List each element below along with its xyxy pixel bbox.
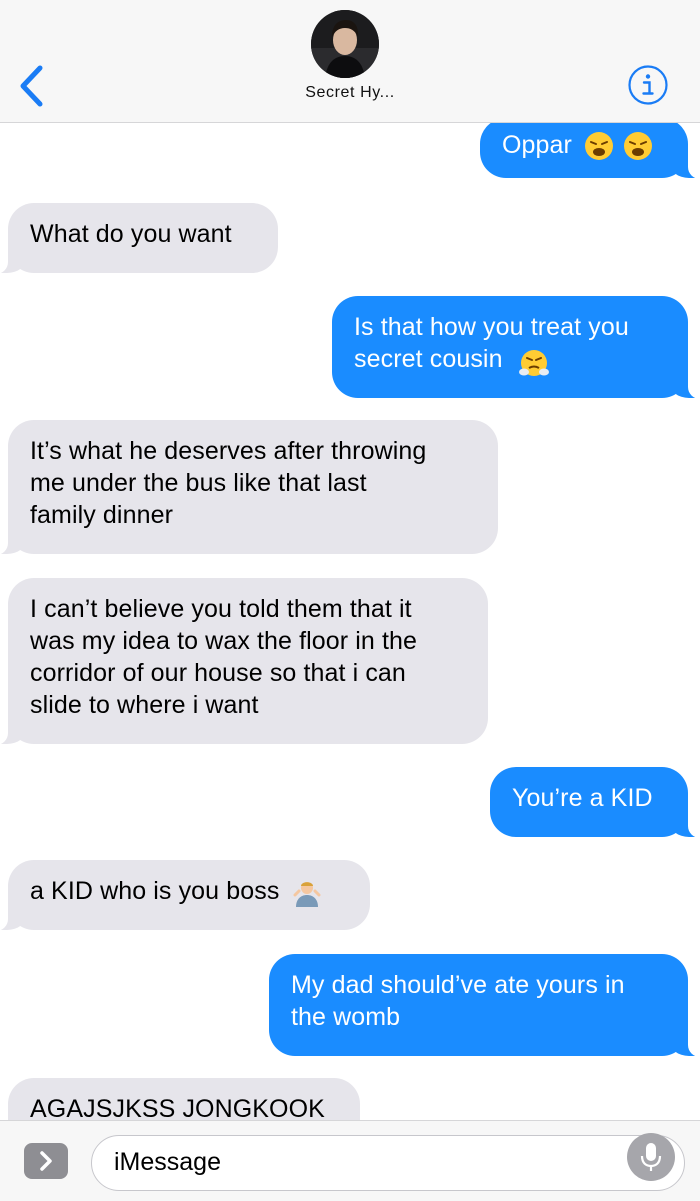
- message-text: Is that how you treat you secret cousin: [354, 313, 629, 373]
- weary-face-icon: [624, 132, 653, 161]
- received-message[interactable]: I can’t believe you told them that it wa…: [0, 578, 488, 745]
- compose-bar: iMessage: [0, 1120, 700, 1201]
- message-text: You’re a KID: [512, 784, 653, 812]
- weary-face-icon: [585, 132, 614, 161]
- sent-message[interactable]: My dad should’ve ate yours in the womb: [269, 954, 700, 1057]
- avatar-photo: [311, 10, 379, 78]
- imessage-input[interactable]: iMessage: [91, 1135, 685, 1191]
- message-text: Oppar: [502, 131, 572, 159]
- message-thread[interactable]: Oppar What do you want Is that how you t…: [0, 123, 700, 1120]
- info-icon: [628, 65, 668, 105]
- dictation-button[interactable]: [627, 1133, 675, 1181]
- sent-message[interactable]: Oppar: [480, 123, 700, 179]
- message-text: AGAJSJKSS JONGKOOK: [30, 1095, 325, 1120]
- sent-message[interactable]: You’re a KID: [490, 767, 700, 838]
- expand-apps-button[interactable]: [24, 1143, 68, 1179]
- contact-name[interactable]: Secret Hy...: [200, 84, 500, 102]
- message-text: a KID who is you boss: [30, 877, 280, 905]
- back-button[interactable]: [14, 62, 50, 110]
- face-with-steam-icon: [519, 350, 549, 376]
- sent-message[interactable]: Is that how you treat you secret cousin: [332, 296, 700, 399]
- received-message[interactable]: It’s what he deserves after throwing me …: [0, 420, 498, 555]
- chevron-right-icon: [40, 1151, 52, 1171]
- received-message[interactable]: What do you want: [0, 203, 278, 274]
- conversation-header: Secret Hy...: [0, 0, 700, 123]
- contact-avatar[interactable]: [311, 10, 379, 78]
- message-text: What do you want: [30, 220, 232, 248]
- received-message[interactable]: AGAJSJKSS JONGKOOK: [8, 1078, 360, 1120]
- info-button[interactable]: [627, 64, 669, 106]
- microphone-icon: [640, 1143, 662, 1171]
- message-text: I can’t believe you told them that it wa…: [30, 595, 418, 719]
- imessage-placeholder: iMessage: [114, 1148, 221, 1176]
- chevron-left-icon: [20, 65, 43, 107]
- message-text: My dad should’ve ate yours in the womb: [291, 971, 625, 1031]
- message-text: It’s what he deserves after throwing me …: [30, 437, 427, 529]
- man-shrugging-icon: [293, 882, 320, 908]
- received-message[interactable]: a KID who is you boss: [0, 860, 370, 931]
